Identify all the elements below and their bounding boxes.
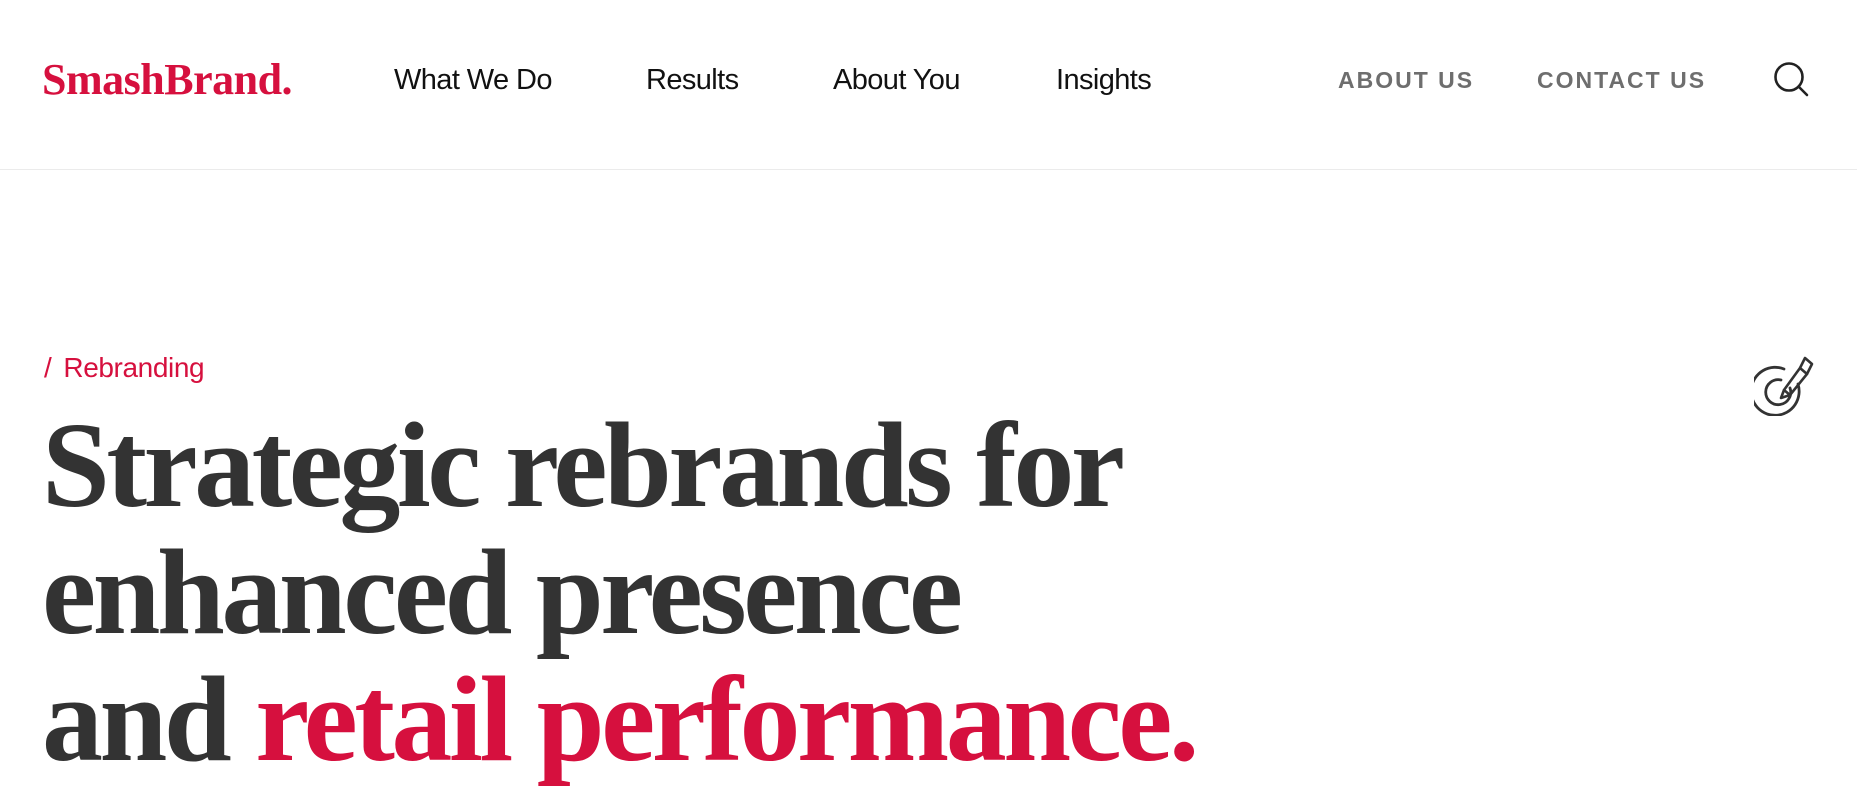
hero-title-line-3-prefix: and: [42, 652, 256, 787]
target-pencil-icon: [1749, 354, 1814, 417]
search-button[interactable]: [1772, 60, 1810, 98]
contact-us-link[interactable]: CONTACT US: [1537, 66, 1706, 94]
breadcrumb-rebranding[interactable]: Rebranding: [63, 352, 204, 383]
hero-title-line-2: enhanced presence: [42, 525, 963, 660]
hero-title-line-3: and retail performance.: [42, 656, 1442, 783]
site-header: SmashBrand. What We Do Results About You…: [0, 0, 1857, 170]
nav-what-we-do[interactable]: What We Do: [394, 62, 552, 98]
hero-title: Strategic rebrands for enhanced presence…: [42, 402, 1442, 783]
hero-title-line-1: Strategic rebrands for: [42, 398, 1125, 533]
nav-results[interactable]: Results: [646, 62, 739, 98]
nav-about-you[interactable]: About You: [833, 62, 960, 98]
nav-insights[interactable]: Insights: [1056, 62, 1152, 98]
search-icon: [1772, 60, 1810, 98]
hero-title-accent: retail performance.: [255, 652, 1199, 787]
breadcrumb-separator: /: [44, 352, 52, 383]
about-us-link[interactable]: ABOUT US: [1338, 66, 1474, 94]
breadcrumb: / Rebranding: [44, 350, 205, 386]
smashbrand-logo[interactable]: SmashBrand.: [42, 52, 293, 108]
